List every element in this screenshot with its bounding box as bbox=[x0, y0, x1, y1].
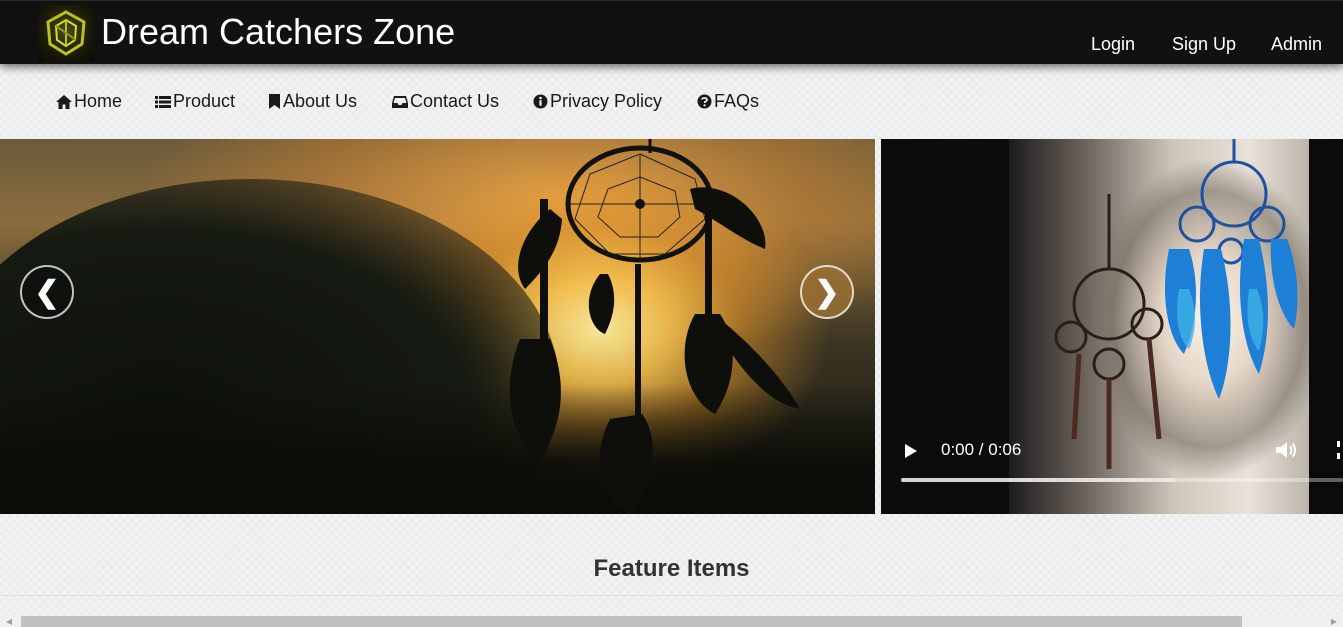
horizontal-scrollbar[interactable]: ◀ ▶ bbox=[0, 614, 1343, 627]
top-header-bar: Dream Catchers Zone Login Sign Up Admin bbox=[0, 0, 1343, 64]
nav-label-privacy-policy: Privacy Policy bbox=[550, 91, 663, 111]
play-icon[interactable] bbox=[903, 442, 919, 460]
fullscreen-icon[interactable] bbox=[1337, 441, 1343, 459]
video-buffered-range bbox=[901, 478, 1176, 482]
nav-label-about-us: About Us bbox=[283, 91, 358, 111]
carousel-prev-button[interactable]: ❮ bbox=[20, 265, 74, 319]
nav-label-home: Home bbox=[74, 91, 123, 111]
video-time-display: 0:00 / 0:06 bbox=[941, 440, 1022, 459]
video-controls: 0:00 / 0:06 bbox=[881, 434, 1343, 514]
dream-catchers-logo-icon[interactable] bbox=[38, 4, 94, 61]
dreamcatcher-photo bbox=[509, 139, 800, 514]
admin-link[interactable]: Admin bbox=[1271, 34, 1322, 55]
home-icon bbox=[56, 94, 72, 109]
bookmark-icon bbox=[269, 94, 280, 109]
scroll-left-arrow-icon[interactable]: ◀ bbox=[3, 616, 15, 627]
carousel-next-button[interactable]: ❯ bbox=[800, 265, 854, 319]
inbox-icon bbox=[392, 95, 408, 108]
info-icon bbox=[533, 94, 548, 109]
volume-icon[interactable] bbox=[1275, 440, 1297, 460]
nav-item-faqs[interactable]: FAQs bbox=[697, 91, 759, 112]
nav-item-privacy-policy[interactable]: Privacy Policy bbox=[533, 91, 662, 112]
scrollbar-thumb[interactable] bbox=[21, 616, 1242, 627]
signup-link[interactable]: Sign Up bbox=[1172, 34, 1236, 55]
nav-label-faqs: FAQs bbox=[714, 91, 760, 111]
site-brand-title[interactable]: Dream Catchers Zone bbox=[101, 12, 455, 52]
scroll-right-arrow-icon[interactable]: ▶ bbox=[1328, 616, 1340, 627]
video-player[interactable]: 0:00 / 0:06 bbox=[881, 139, 1343, 514]
nav-item-about-us[interactable]: About Us bbox=[268, 91, 357, 112]
nav-label-contact-us: Contact Us bbox=[410, 91, 500, 111]
login-link[interactable]: Login bbox=[1091, 34, 1135, 55]
nav-label-product: Product bbox=[173, 91, 236, 111]
list-icon bbox=[155, 95, 171, 108]
nav-item-product[interactable]: Product bbox=[155, 91, 235, 112]
image-carousel: ❮ ❯ bbox=[0, 139, 875, 514]
video-progress-bar[interactable] bbox=[901, 478, 1343, 482]
main-navigation: Home Product About Us Contact Us Privacy… bbox=[0, 64, 1343, 139]
nav-item-home[interactable]: Home bbox=[56, 91, 122, 112]
feature-items-heading: Feature Items bbox=[593, 555, 750, 582]
question-icon bbox=[697, 94, 712, 109]
section-divider bbox=[0, 595, 1343, 596]
nav-item-contact-us[interactable]: Contact Us bbox=[392, 91, 499, 112]
